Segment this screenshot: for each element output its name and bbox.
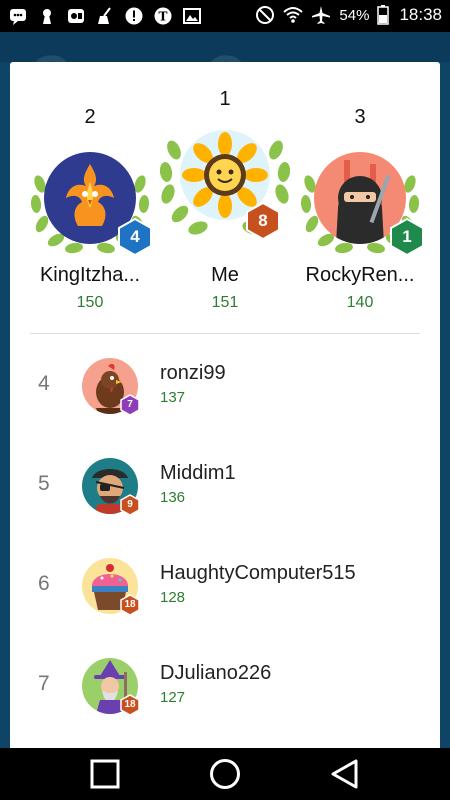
navigation-bar xyxy=(0,748,450,800)
notification-icons: T xyxy=(8,6,202,26)
player-name: Middim1 xyxy=(160,462,236,484)
podium-rank: 2 xyxy=(84,106,96,128)
podium-third[interactable]: 3 1 RockyRen... 140 xyxy=(298,98,424,318)
podium-rank: 1 xyxy=(219,88,231,110)
keyhole-icon xyxy=(43,9,51,24)
player-score: 150 xyxy=(76,294,104,311)
player-name: Me xyxy=(211,264,239,286)
system-icons: 54% 18:38 xyxy=(255,5,442,25)
level-badge: 8 xyxy=(246,202,280,240)
airplane-icon xyxy=(312,6,331,24)
player-score: 128 xyxy=(160,589,186,606)
level-number: 8 xyxy=(258,211,268,230)
level-badge: 9 xyxy=(120,494,140,516)
wifi-icon xyxy=(283,7,304,23)
podium-rank: 3 xyxy=(354,106,366,128)
player-name: ronzi99 xyxy=(160,362,226,384)
alert-icon xyxy=(125,7,143,25)
clock: 18:38 xyxy=(399,5,442,24)
battery-icon xyxy=(377,5,390,25)
status-bar: T 54% 18:38 xyxy=(0,0,450,32)
image-icon xyxy=(183,8,201,24)
player-score: 151 xyxy=(211,294,239,311)
svg-text:T: T xyxy=(159,10,168,24)
leaderboard-card: 2 4 KingItzha... 150 1 8 Me 151 3 1 Rock… xyxy=(10,62,440,748)
level-number: 7 xyxy=(127,399,133,410)
list-item[interactable]: 5 9 Middim1 136 xyxy=(10,458,440,558)
level-number: 1 xyxy=(402,227,412,246)
divider xyxy=(30,333,420,334)
list-item[interactable]: 6 18 HaughtyComputer515 128 xyxy=(10,558,440,658)
recents-button[interactable] xyxy=(89,758,121,790)
level-badge: 18 xyxy=(120,594,140,616)
level-number: 18 xyxy=(124,599,136,610)
player-score: 137 xyxy=(160,389,186,406)
player-score: 136 xyxy=(160,489,186,506)
home-button[interactable] xyxy=(209,758,241,790)
do-not-disturb-icon xyxy=(256,6,275,24)
back-button[interactable] xyxy=(329,758,361,790)
rank-number: 5 xyxy=(38,472,50,495)
podium-first[interactable]: 1 8 Me 151 xyxy=(160,80,290,320)
battery-percent: 54% xyxy=(339,6,370,24)
media-icon xyxy=(68,9,84,23)
player-name: KingItzha... xyxy=(39,264,141,286)
news-icon: T xyxy=(154,7,172,25)
rank-number: 6 xyxy=(38,572,50,595)
level-badge: 7 xyxy=(120,394,140,416)
level-number: 9 xyxy=(127,499,133,510)
podium-second[interactable]: 2 4 KingItzha... 150 xyxy=(28,98,152,318)
player-score: 140 xyxy=(346,294,374,311)
level-badge: 4 xyxy=(118,218,152,256)
broom-icon xyxy=(98,7,111,24)
rank-number: 7 xyxy=(38,672,50,695)
level-number: 18 xyxy=(124,699,136,710)
chat-icon xyxy=(10,9,26,25)
level-badge: 1 xyxy=(390,218,424,256)
player-name: DJuliano226 xyxy=(160,662,272,684)
podium: 2 4 KingItzha... 150 1 8 Me 151 3 1 Rock… xyxy=(10,62,440,334)
player-name: HaughtyComputer515 xyxy=(160,562,356,584)
level-badge: 18 xyxy=(120,694,140,716)
list-item[interactable]: 4 7 ronzi99 137 xyxy=(10,358,440,458)
list-item[interactable]: 7 18 DJuliano226 127 xyxy=(10,658,440,748)
level-number: 4 xyxy=(130,227,140,246)
player-name: RockyRen... xyxy=(305,264,415,286)
player-score: 127 xyxy=(160,689,186,706)
rank-number: 4 xyxy=(38,372,50,395)
